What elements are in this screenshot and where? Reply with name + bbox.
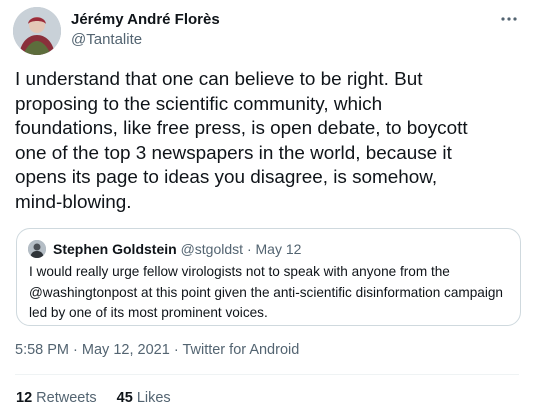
more-horizontal-icon <box>501 17 517 21</box>
tweet-time[interactable]: 5:58 PM <box>15 342 69 358</box>
likes-count: 45 <box>116 390 133 406</box>
quoted-author-handle[interactable]: @stgoldst <box>181 241 243 257</box>
likes-stat[interactable]: 45 Likes <box>117 390 171 406</box>
tweet-stats: 12 Retweets 45 Likes <box>16 389 187 407</box>
timestamp-separator: · <box>73 342 78 358</box>
avatar-photo-icon <box>13 7 61 55</box>
quoted-tweet-card[interactable]: Stephen Goldstein @stgoldst · May 12 I w… <box>16 228 521 326</box>
retweets-count: 12 <box>16 390 33 406</box>
retweets-stat[interactable]: 12 Retweets <box>16 390 101 406</box>
quoted-tweet-text: I would really urge fellow virologists n… <box>29 264 503 320</box>
tweet-text: I understand that one can believe to be … <box>15 69 468 213</box>
more-options-button[interactable] <box>500 10 518 28</box>
quoted-tweet-header: Stephen Goldstein @stgoldst · May 12 <box>53 240 301 258</box>
divider <box>15 374 519 375</box>
quoted-author-name[interactable]: Stephen Goldstein <box>53 241 177 257</box>
quoted-avatar-photo-icon <box>28 240 46 258</box>
timestamp-separator-2: · <box>173 342 179 358</box>
quoted-avatar[interactable] <box>28 240 46 258</box>
tweet-timestamp: 5:58 PM · May 12, 2021 · Twitter for And… <box>15 341 299 359</box>
likes-label: Likes <box>136 390 171 406</box>
quoted-separator: · <box>246 241 252 257</box>
tweet-date[interactable]: May 12, 2021 <box>82 342 170 358</box>
retweets-label: Retweets <box>36 390 97 406</box>
author-handle[interactable]: @Tantalite <box>71 31 142 49</box>
author-name[interactable]: Jérémy André Florès <box>71 11 220 29</box>
avatar[interactable] <box>13 7 61 55</box>
tweet-client-link[interactable]: Twitter for Android <box>182 342 299 358</box>
quoted-date[interactable]: May 12 <box>256 241 302 257</box>
